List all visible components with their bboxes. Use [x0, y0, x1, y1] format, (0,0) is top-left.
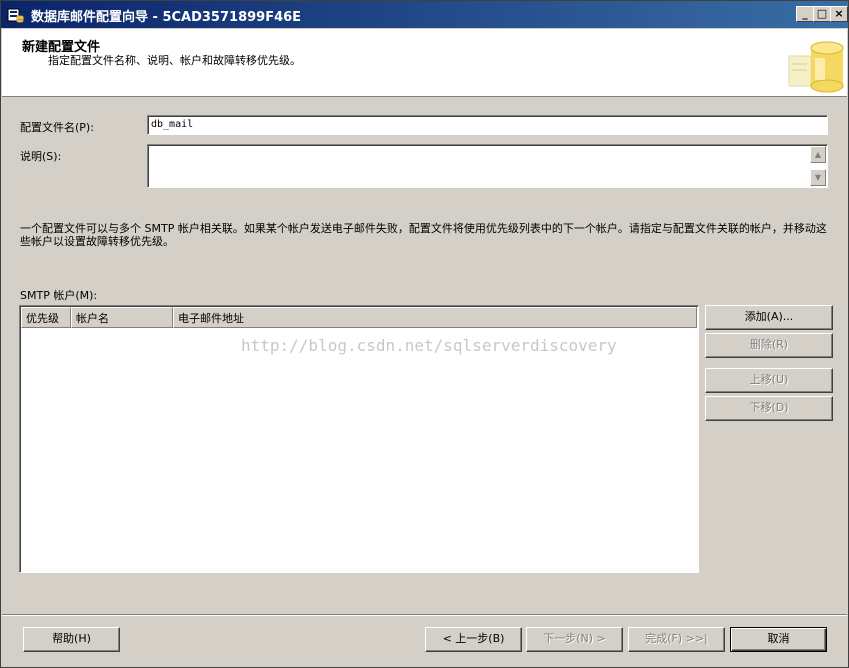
title-bar[interactable]: 数据库邮件配置向导 - 5CAD3571899F46E _ □ ×	[1, 1, 848, 28]
back-button[interactable]: < 上一步(B)	[425, 627, 522, 652]
description-input[interactable]: ▲ ▼	[147, 144, 828, 188]
scroll-down-arrow-icon[interactable]: ▼	[810, 169, 826, 186]
column-priority[interactable]: 优先级	[21, 307, 71, 328]
description-label: 说明(S):	[20, 150, 62, 163]
scroll-up-arrow-icon[interactable]: ▲	[810, 146, 826, 163]
database-mail-icon	[7, 8, 24, 23]
minimize-button[interactable]: _	[796, 6, 814, 22]
profile-name-label: 配置文件名(P):	[20, 121, 94, 134]
maximize-button[interactable]: □	[813, 6, 831, 22]
profile-name-input[interactable]: db_mail	[147, 115, 828, 135]
finish-button[interactable]: 完成(F) >>|	[628, 627, 725, 652]
add-account-button[interactable]: 添加(A)...	[705, 305, 833, 330]
footer-divider	[2, 614, 847, 616]
move-up-button[interactable]: 上移(U)	[705, 368, 833, 393]
smtp-accounts-label: SMTP 帐户(M):	[20, 289, 98, 302]
page-subtitle: 指定配置文件名称、说明、帐户和故障转移优先级。	[48, 54, 301, 67]
help-button[interactable]: 帮助(H)	[23, 627, 120, 652]
move-down-button[interactable]: 下移(D)	[705, 396, 833, 421]
close-button[interactable]: ×	[830, 6, 848, 22]
wizard-header: 新建配置文件 指定配置文件名称、说明、帐户和故障转移优先级。	[2, 29, 847, 97]
wizard-window: 数据库邮件配置向导 - 5CAD3571899F46E _ □ × 新建配置文件…	[0, 0, 849, 668]
cancel-button[interactable]: 取消	[730, 627, 827, 652]
next-button[interactable]: 下一步(N) >	[526, 627, 623, 652]
remove-account-button[interactable]: 删除(R)	[705, 333, 833, 358]
profile-info-text: 一个配置文件可以与多个 SMTP 帐户相关联。如果某个帐户发送电子邮件失败，配置…	[20, 222, 827, 248]
column-email-address[interactable]: 电子邮件地址	[173, 307, 697, 328]
column-account-name[interactable]: 帐户名	[71, 307, 173, 328]
watermark-text: http://blog.csdn.net/sqlserverdiscovery	[241, 336, 617, 355]
database-mail-banner-icon	[787, 34, 845, 94]
window-title: 数据库邮件配置向导 - 5CAD3571899F46E	[31, 10, 302, 25]
